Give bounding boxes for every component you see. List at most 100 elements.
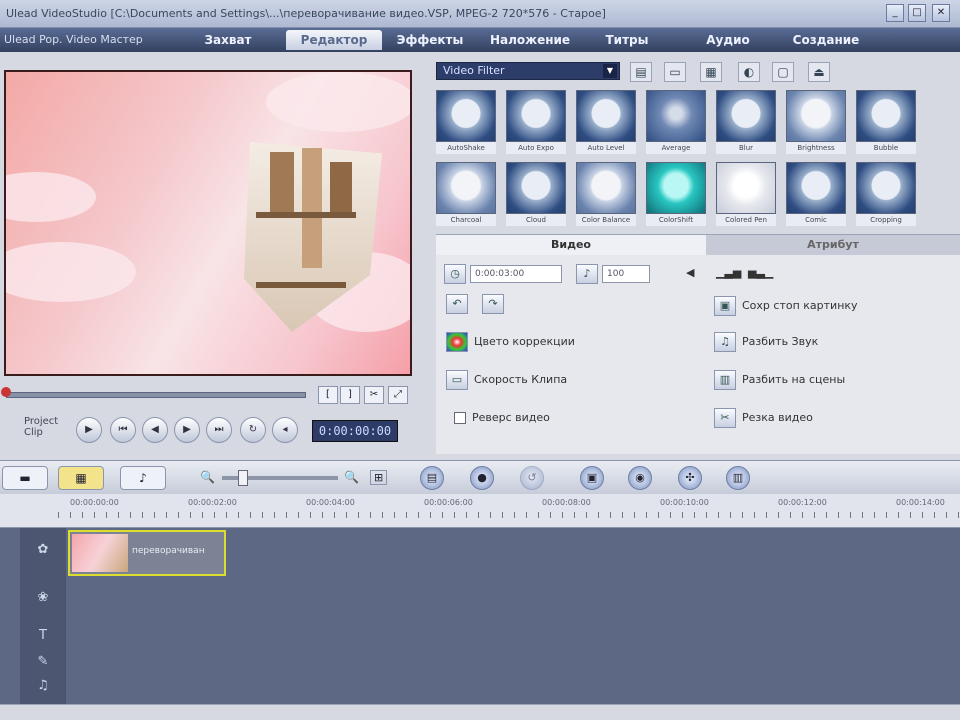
mark-in-button[interactable]: [ bbox=[318, 386, 338, 404]
filter-thumb[interactable]: Color Balance bbox=[576, 162, 638, 228]
rotate-right-icon[interactable]: ↷ bbox=[482, 293, 510, 315]
track-manager-icon[interactable]: ▣ bbox=[580, 466, 604, 490]
split-scenes-label: Разбить на сцены bbox=[742, 373, 846, 386]
folder-icon[interactable]: ▭ bbox=[664, 62, 686, 82]
preview-window bbox=[4, 70, 412, 376]
video-trim-label: Резка видео bbox=[742, 411, 813, 424]
voice-track-icon[interactable]: ✎ bbox=[30, 654, 56, 676]
zoom-in-icon[interactable]: 🔍 bbox=[344, 470, 359, 484]
tab-capture[interactable]: Захват bbox=[180, 30, 276, 50]
fade-out-icon[interactable]: ▅▃▁ bbox=[748, 262, 773, 284]
title-track-icon[interactable]: T bbox=[30, 628, 56, 650]
color-correction-option[interactable]: Цвето коррекции bbox=[446, 331, 575, 353]
filter-caption: Blur bbox=[716, 142, 776, 154]
next-frame-button[interactable]: ▶ bbox=[174, 417, 200, 443]
overlay-track-icon[interactable]: ❀ bbox=[30, 590, 56, 612]
expand-preview-button[interactable]: ⤢ bbox=[388, 386, 408, 404]
ruler-tick: 00:00:10:00 bbox=[660, 498, 709, 507]
project-label[interactable]: Project bbox=[24, 416, 58, 427]
zoom-slider[interactable] bbox=[222, 470, 338, 486]
video-track-icon[interactable]: ✿ bbox=[30, 542, 56, 564]
mute-icon[interactable]: ◀ bbox=[686, 262, 694, 284]
filter-thumb[interactable]: Cropping bbox=[856, 162, 918, 228]
minimize-button[interactable]: _ bbox=[886, 4, 904, 22]
filter-thumb[interactable]: Blur bbox=[716, 90, 778, 156]
video-clip[interactable]: переворачиван bbox=[68, 530, 226, 576]
clip-speed-option[interactable]: ▭ Скорость Клипа bbox=[446, 369, 567, 391]
fade-in-icon[interactable]: ▁▃▅ bbox=[716, 262, 741, 284]
filter-thumb[interactable]: Bubble bbox=[856, 90, 918, 156]
volume-button[interactable]: ◂ bbox=[272, 417, 298, 443]
scrub-knob[interactable] bbox=[1, 387, 11, 397]
undo-icon[interactable]: ↺ bbox=[520, 466, 544, 490]
split-audio-option[interactable]: ♫ Разбить Звук bbox=[714, 331, 818, 353]
filter-thumb[interactable]: ColorShift bbox=[646, 162, 708, 228]
filter-thumb[interactable]: Auto Level bbox=[576, 90, 638, 156]
clip-label[interactable]: Clip bbox=[24, 427, 58, 438]
window-icon[interactable]: ▢ bbox=[772, 62, 794, 82]
filter-thumb[interactable]: AutoShake bbox=[436, 90, 498, 156]
filter-caption: Cloud bbox=[506, 214, 566, 226]
prev-frame-button[interactable]: ◀ bbox=[142, 417, 168, 443]
filter-caption: Brightness bbox=[786, 142, 846, 154]
timeline-view-button[interactable]: ▦ bbox=[58, 466, 104, 490]
repeat-button[interactable]: ↻ bbox=[240, 417, 266, 443]
scrub-bar[interactable] bbox=[1, 387, 306, 398]
filter-thumb[interactable]: Cloud bbox=[506, 162, 568, 228]
effects-icon[interactable]: ✣ bbox=[678, 466, 702, 490]
filter-thumb[interactable]: Auto Expo bbox=[506, 90, 568, 156]
cut-clip-button[interactable]: ✂ bbox=[364, 386, 384, 404]
insert-media-icon[interactable]: ▤ bbox=[420, 466, 444, 490]
storyboard-view-button[interactable]: ▬ bbox=[2, 466, 48, 490]
close-button[interactable]: ✕ bbox=[932, 4, 950, 22]
timeline-toolbar: ▬ ▦ ♪ 🔍 🔍 ⊞ ▤ ● ↺ ▣ ◉ ✣ ▥ bbox=[0, 460, 960, 494]
film-icon[interactable]: ▥ bbox=[726, 466, 750, 490]
tab-edit[interactable]: Редактор bbox=[286, 30, 382, 50]
timeline-ruler[interactable]: 00:00:00:00 00:00:02:00 00:00:04:00 00:0… bbox=[0, 494, 960, 528]
trim-icon: ✂ bbox=[714, 408, 736, 428]
maximize-button[interactable]: □ bbox=[908, 4, 926, 22]
fit-project-button[interactable]: ⊞ bbox=[370, 470, 388, 485]
filter-thumb[interactable]: Brightness bbox=[786, 90, 848, 156]
reverse-checkbox[interactable] bbox=[454, 412, 466, 424]
tab-effects[interactable]: Эффекты bbox=[384, 30, 476, 50]
tab-audio[interactable]: Аудио bbox=[680, 30, 776, 50]
filter-thumb[interactable]: Colored Pen bbox=[716, 162, 778, 228]
bottom-scrollbar[interactable] bbox=[0, 704, 960, 720]
filter-thumb[interactable]: Comic bbox=[786, 162, 848, 228]
chevron-down-icon[interactable]: ▼ bbox=[603, 64, 617, 78]
duration-row: ◷ bbox=[444, 263, 472, 285]
eject-icon[interactable]: ⏏ bbox=[808, 62, 830, 82]
tab-video-options[interactable]: Видео bbox=[436, 235, 706, 255]
zoom-out-icon[interactable]: 🔍 bbox=[200, 470, 215, 484]
video-trim-option[interactable]: ✂ Резка видео bbox=[714, 407, 813, 429]
zoom-slider-knob[interactable] bbox=[238, 470, 248, 486]
reverse-video-option[interactable]: Реверс видео bbox=[454, 407, 550, 429]
color-icon[interactable]: ◐ bbox=[738, 62, 760, 82]
split-scenes-option[interactable]: ▥ Разбить на сцены bbox=[714, 369, 845, 391]
tab-share[interactable]: Создание bbox=[778, 30, 874, 50]
music-track-icon[interactable]: ♫ bbox=[30, 678, 56, 700]
save-still-option[interactable]: ▣ Сохр стоп картинку bbox=[714, 295, 858, 317]
audio-view-button[interactable]: ♪ bbox=[120, 466, 166, 490]
tab-titles[interactable]: Титры bbox=[582, 30, 672, 50]
end-button[interactable]: ⏭ bbox=[206, 417, 232, 443]
play-button[interactable]: ▶ bbox=[76, 417, 102, 443]
filter-thumb[interactable]: Charcoal bbox=[436, 162, 498, 228]
timecode-display[interactable]: 0:00:00:00 bbox=[312, 420, 398, 442]
tab-attribute-options[interactable]: Атрибут bbox=[706, 235, 960, 255]
duration-field[interactable]: 0:00:03:00 bbox=[470, 265, 562, 283]
mark-out-button[interactable]: ] bbox=[340, 386, 360, 404]
smart-proxy-icon[interactable]: ● bbox=[470, 466, 494, 490]
home-button[interactable]: ⏮ bbox=[110, 417, 136, 443]
library-dropdown[interactable]: Video Filter ▼ bbox=[436, 62, 620, 80]
clip-speed-label: Скорость Клипа bbox=[474, 373, 568, 386]
chapter-icon[interactable]: ◉ bbox=[628, 466, 652, 490]
options-icon[interactable]: ▦ bbox=[700, 62, 722, 82]
tab-overlay[interactable]: Наложение bbox=[480, 30, 580, 50]
volume-field[interactable]: 100 bbox=[602, 265, 650, 283]
filter-thumb[interactable]: Average bbox=[646, 90, 708, 156]
import-icon[interactable]: ▤ bbox=[630, 62, 652, 82]
rotate-left-icon[interactable]: ↶ bbox=[446, 293, 474, 315]
step-tabs: Ulead Pop. Video Мастер Захват Редактор … bbox=[0, 28, 960, 52]
